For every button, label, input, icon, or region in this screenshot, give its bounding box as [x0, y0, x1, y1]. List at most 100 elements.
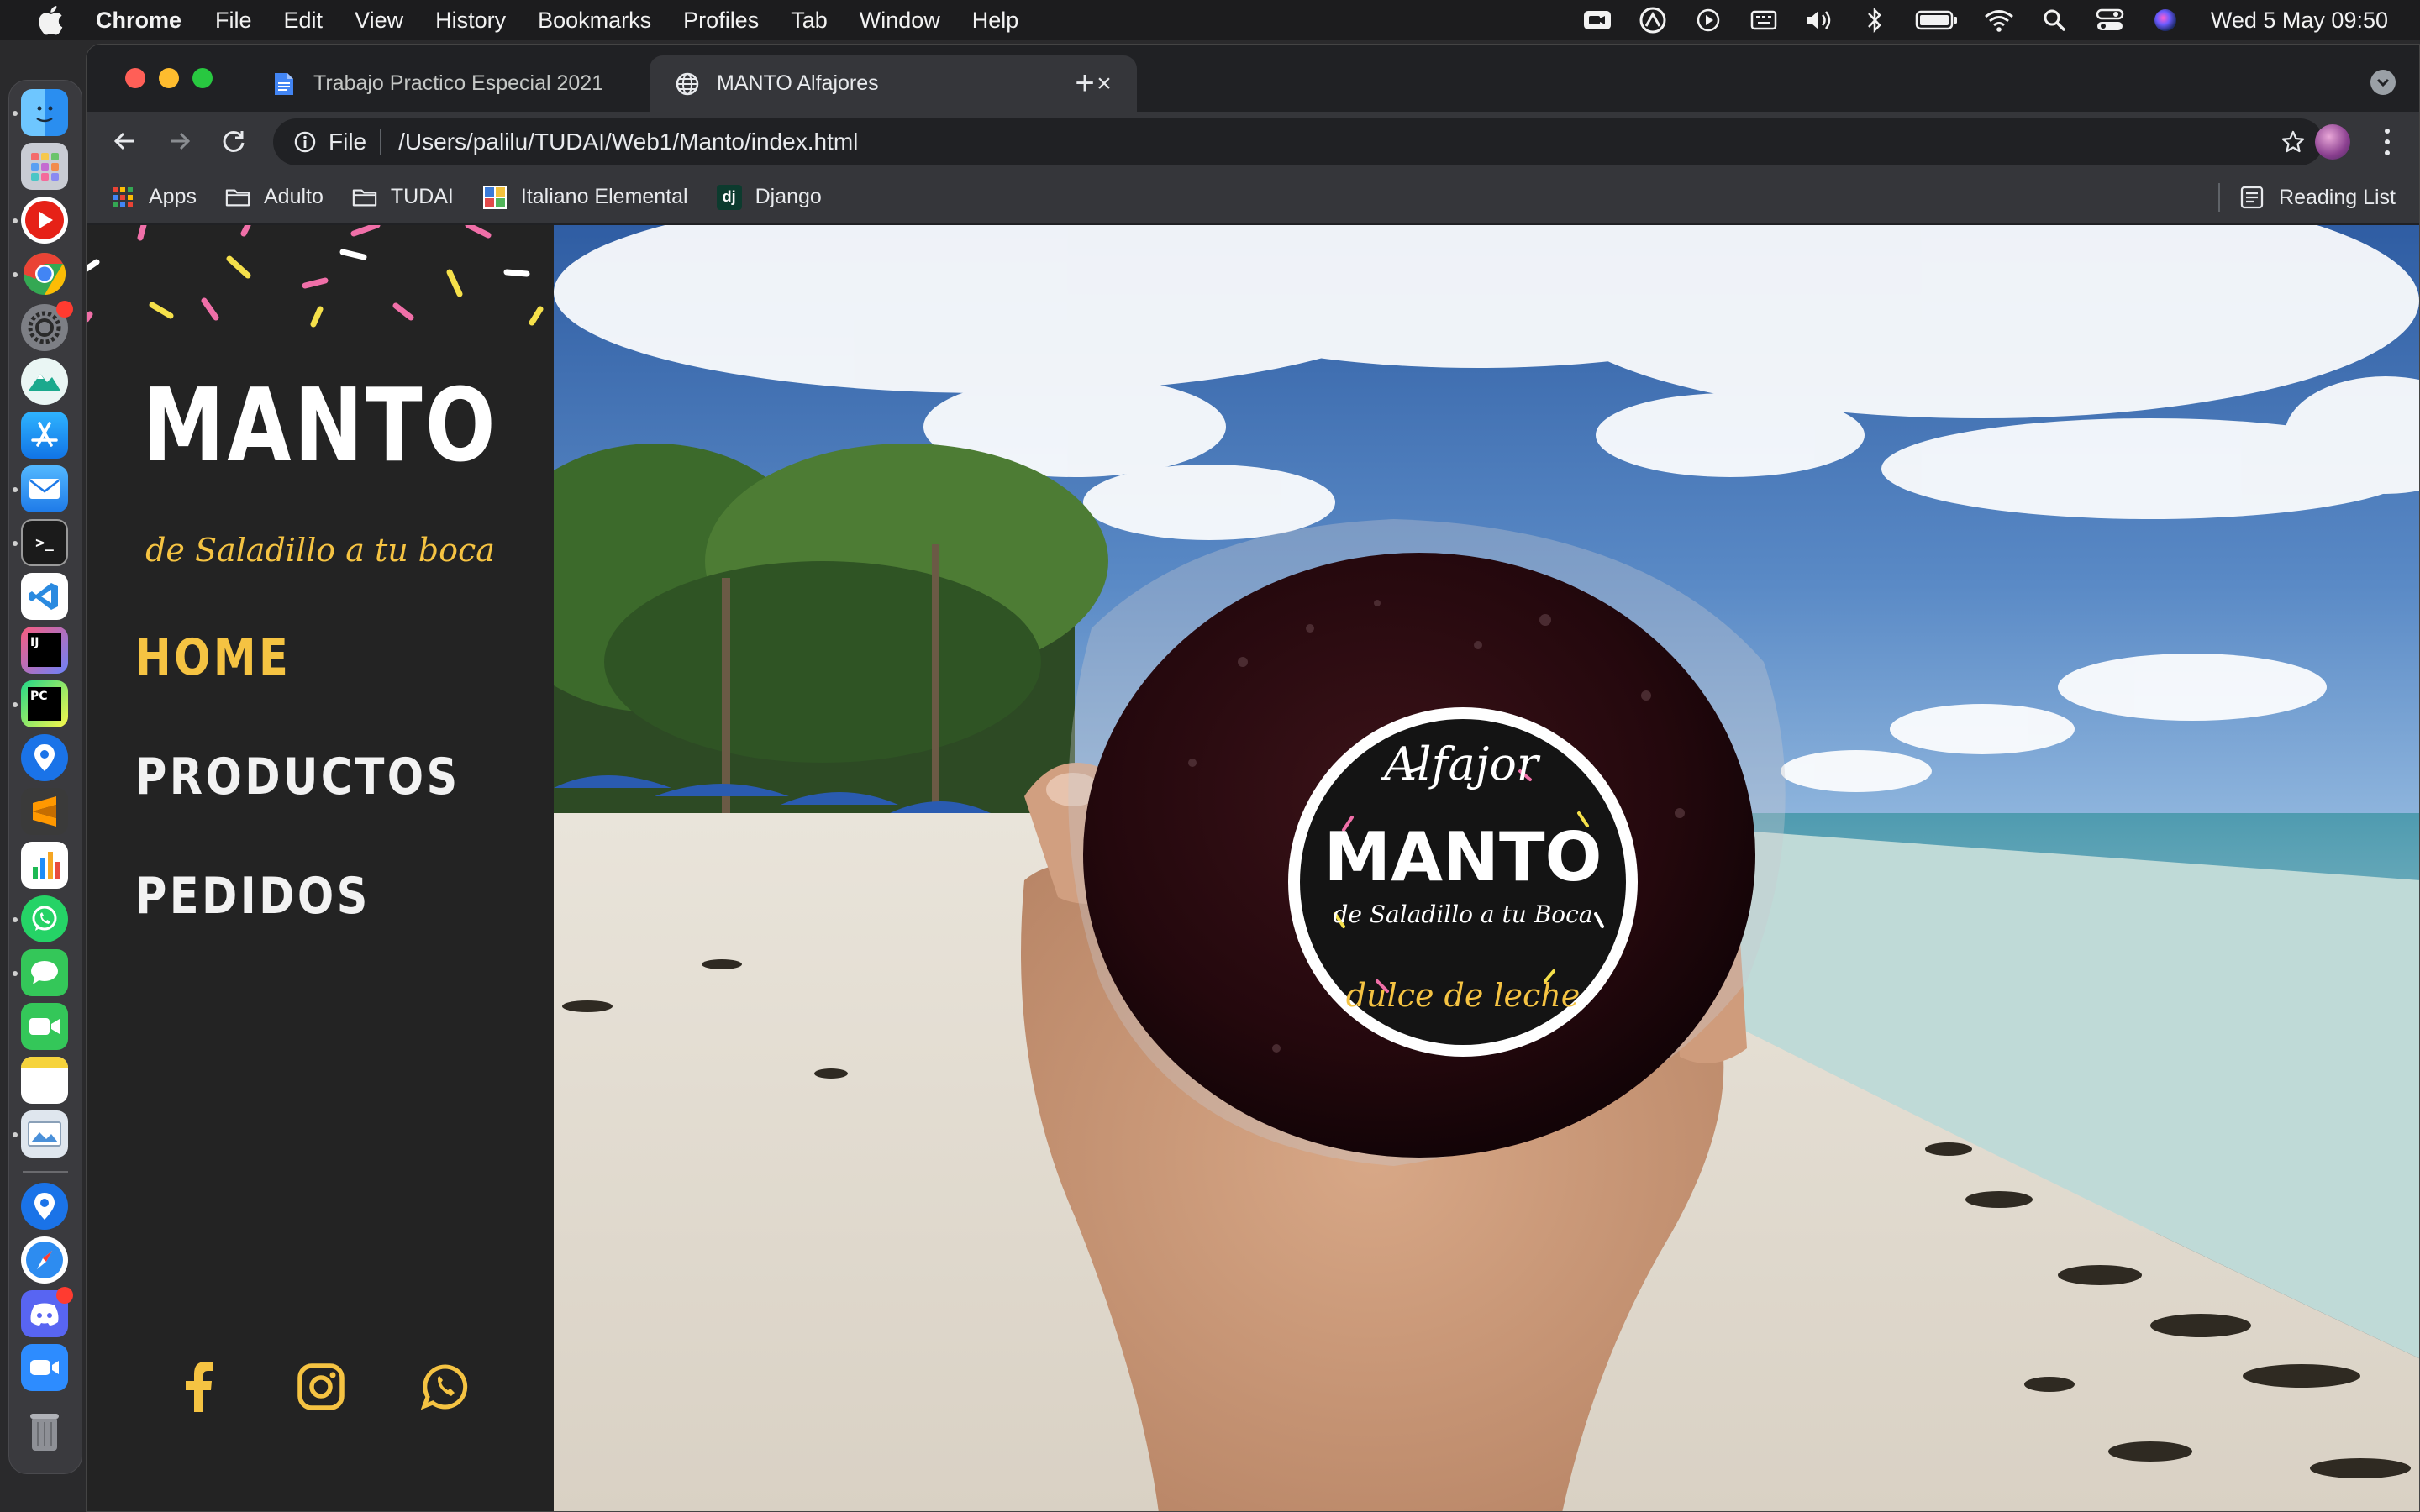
label-bottom-text: dulce de leche — [1346, 977, 1581, 1014]
dock-facetime-icon[interactable] — [21, 1003, 68, 1050]
control-center-icon[interactable] — [2093, 6, 2127, 34]
bookmark-italiano-elemental[interactable]: Italiano Elemental — [482, 185, 688, 210]
forward-arrow-icon[interactable] — [160, 122, 199, 160]
battery-icon[interactable] — [1913, 6, 1960, 34]
apps-grid-icon — [110, 185, 135, 210]
dock-mountain-app-icon[interactable] — [21, 358, 68, 405]
menu-window[interactable]: Window — [860, 8, 940, 34]
instagram-icon[interactable] — [293, 1359, 349, 1415]
facebook-icon[interactable] — [171, 1359, 226, 1415]
facetime-icon[interactable] — [1581, 6, 1614, 34]
bookmark-star-icon[interactable] — [2276, 125, 2310, 159]
running-indicator — [13, 272, 18, 277]
tab-search-chevron-icon[interactable] — [2370, 70, 2396, 95]
dock-pycharm-icon[interactable]: PC — [21, 680, 68, 727]
menu-file[interactable]: File — [215, 8, 252, 34]
menu-help[interactable]: Help — [972, 8, 1019, 34]
window-minimize-button[interactable] — [159, 68, 179, 88]
window-zoom-button[interactable] — [192, 68, 213, 88]
nav-link-productos[interactable]: PRODUCTOS — [135, 748, 460, 867]
site-info-icon[interactable] — [290, 127, 320, 157]
bookmark-label: Apps — [149, 185, 197, 208]
dock-mail-icon[interactable] — [21, 465, 68, 512]
reading-list-icon — [2238, 184, 2265, 211]
bluetooth-icon[interactable] — [1858, 6, 1891, 34]
dock-numbers-icon[interactable] — [21, 842, 68, 889]
keyboard-icon[interactable] — [1747, 6, 1781, 34]
menubar-status-area: Wed 5 May 09:50 — [1581, 0, 2420, 40]
globe-icon — [675, 71, 700, 97]
reload-icon[interactable] — [214, 122, 253, 160]
bookmark-label: Italiano Elemental — [520, 185, 688, 208]
site-sidebar: MANTO de Saladillo a tu boca HOME PRODUC… — [87, 225, 554, 1511]
dock-preview-icon[interactable] — [21, 1110, 68, 1158]
siri-icon[interactable] — [2149, 6, 2182, 34]
nav-link-pedidos[interactable]: PEDIDOS — [135, 867, 460, 986]
label-top-text: Alfajor — [1380, 738, 1541, 790]
dock-maps-pin-icon[interactable] — [21, 734, 68, 781]
menu-view[interactable]: View — [355, 8, 403, 34]
menu-profiles[interactable]: Profiles — [683, 8, 759, 34]
reading-list-label: Reading List — [2279, 185, 2396, 209]
bookmark-tudai[interactable]: TUDAI — [352, 185, 454, 210]
dock-intellij-icon[interactable]: IJ — [21, 627, 68, 674]
play-icon[interactable] — [1691, 6, 1725, 34]
wifi-icon[interactable] — [1982, 6, 2016, 34]
reading-list-button[interactable]: Reading List — [2218, 171, 2396, 224]
dock-finder-icon[interactable] — [21, 89, 68, 136]
new-tab-plus-icon[interactable]: + — [1068, 66, 1102, 100]
dock-messages-icon[interactable] — [21, 949, 68, 996]
volume-icon[interactable] — [1802, 6, 1836, 34]
siri-remote-icon[interactable] — [1636, 6, 1670, 34]
chrome-window: Trabajo Practico Especial 2021 × MANTO A… — [86, 44, 2420, 1512]
dock-chrome-icon[interactable] — [21, 250, 68, 297]
menu-history[interactable]: History — [435, 8, 506, 34]
dock-safari-icon[interactable] — [21, 1236, 68, 1284]
dock-maps-pin-2-icon[interactable] — [21, 1183, 68, 1230]
nav-link-home[interactable]: HOME — [135, 628, 460, 748]
menubar-clock[interactable]: Wed 5 May 09:50 — [2211, 8, 2388, 34]
dock-terminal-icon[interactable]: >_ — [21, 519, 68, 566]
dock-divider — [23, 1171, 68, 1173]
tab-strip: Trabajo Practico Especial 2021 × MANTO A… — [87, 45, 2419, 112]
notification-badge — [56, 1287, 73, 1304]
macos-menu-bar: Chrome File Edit View History Bookmarks … — [0, 0, 2420, 40]
menu-app-chrome[interactable]: Chrome — [96, 8, 182, 34]
social-links — [87, 1359, 554, 1426]
dock-notes-icon[interactable] — [21, 1057, 68, 1104]
url-text[interactable]: /Users/palilu/TUDAI/Web1/Manto/index.htm… — [398, 129, 2276, 155]
site-logo-text[interactable]: MANTO — [129, 368, 512, 485]
apple-logo-icon[interactable] — [34, 3, 66, 37]
whatsapp-icon[interactable] — [418, 1359, 473, 1415]
bookmark-django[interactable]: dj Django — [716, 184, 822, 210]
profile-avatar[interactable] — [2315, 124, 2350, 160]
running-indicator — [13, 541, 18, 546]
chrome-menu-kebab-icon[interactable] — [2379, 125, 2396, 159]
bookmarks-bar: Apps Adulto TUDAI Italiano Elemental dj … — [87, 171, 2419, 224]
dock-sublime-text-icon[interactable] — [21, 788, 68, 835]
folder-icon — [225, 185, 250, 210]
macos-dock: >_ IJ PC — [8, 80, 82, 1474]
bookmark-apps[interactable]: Apps — [110, 185, 197, 210]
dock-vscode-icon[interactable] — [21, 573, 68, 620]
dock-youtube-icon[interactable] — [21, 197, 68, 244]
dock-whatsapp-icon[interactable] — [21, 895, 68, 942]
running-indicator — [13, 917, 18, 922]
dock-zoom-icon[interactable] — [21, 1344, 68, 1391]
menu-edit[interactable]: Edit — [284, 8, 324, 34]
dock-app-store-icon[interactable] — [21, 412, 68, 459]
hero-photo: Alfajor MANTO de Saladillo a tu Boca dul… — [554, 225, 2419, 1511]
address-bar[interactable]: File /Users/palilu/TUDAI/Web1/Manto/inde… — [273, 118, 2323, 165]
spotlight-search-icon[interactable] — [2038, 6, 2071, 34]
dock-trash-icon[interactable] — [21, 1408, 68, 1455]
tab-manto-alfajores[interactable]: MANTO Alfajores × — [650, 55, 1137, 112]
menu-tab[interactable]: Tab — [791, 8, 828, 34]
google-docs-icon — [271, 71, 297, 97]
tab-title: MANTO Alfajores — [717, 71, 879, 95]
back-arrow-icon[interactable] — [105, 122, 144, 160]
bookmark-adulto[interactable]: Adulto — [225, 185, 324, 210]
running-indicator — [13, 111, 18, 116]
dock-launchpad-icon[interactable] — [21, 143, 68, 190]
window-close-button[interactable] — [125, 68, 145, 88]
menu-bookmarks[interactable]: Bookmarks — [538, 8, 651, 34]
